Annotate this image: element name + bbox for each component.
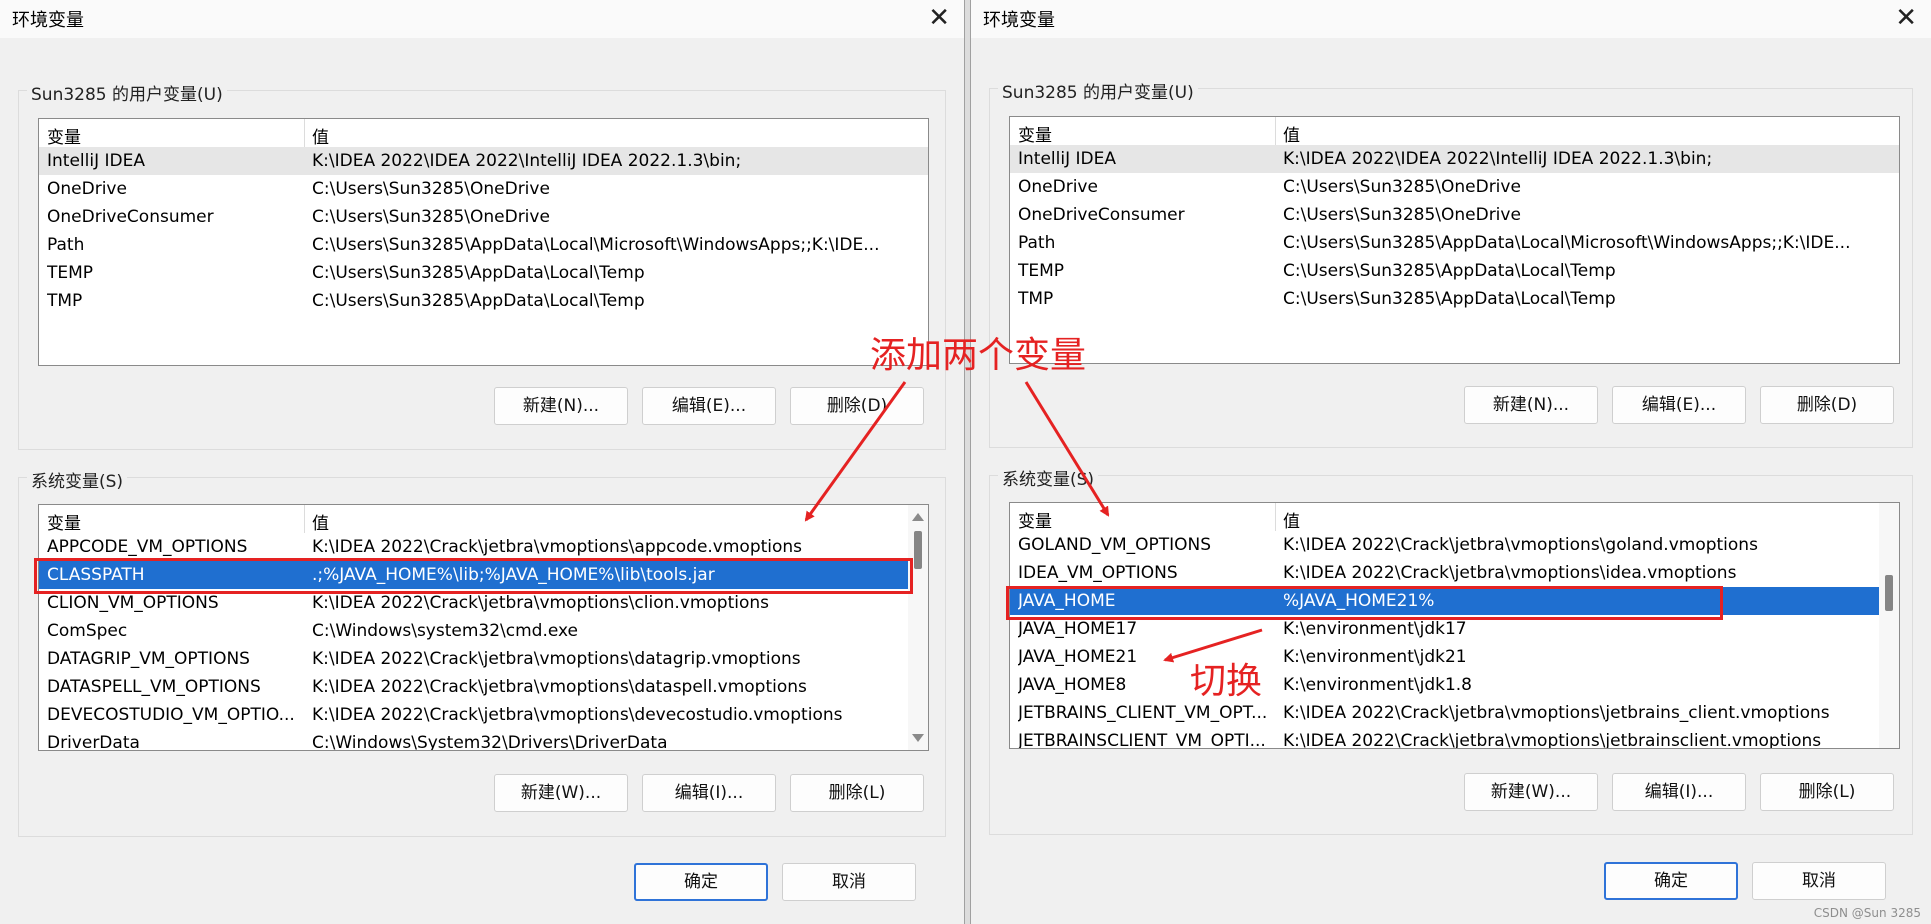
- close-icon[interactable]: ✕: [1895, 2, 1917, 34]
- system-vars-label: 系统变量(S): [998, 465, 1099, 490]
- close-icon[interactable]: ✕: [928, 2, 950, 34]
- title-bar: 环境变量 ✕: [971, 0, 1931, 38]
- table-row[interactable]: DATAGRIP_VM_OPTIONS K:\IDEA 2022\Crack\je…: [39, 645, 928, 673]
- list-header: 变量 值: [39, 505, 928, 534]
- list-header: 变量 值: [1010, 503, 1899, 532]
- table-row[interactable]: TMP C:\Users\Sun3285\AppData\Local\Temp: [1010, 285, 1899, 313]
- table-row[interactable]: DATASPELL_VM_OPTIONS K:\IDEA 2022\Crack\j…: [39, 673, 928, 701]
- note-add-two-vars: 添加两个变量: [870, 335, 1087, 376]
- user-new-button[interactable]: 新建(N)...: [1464, 386, 1598, 424]
- user-delete-button[interactable]: 删除(D): [790, 387, 924, 425]
- user-vars-list[interactable]: 变量 值 IntelliJ IDEA K:\IDEA 2022\IDEA 2022…: [1009, 116, 1900, 364]
- system-new-button[interactable]: 新建(W)...: [494, 774, 628, 812]
- table-row[interactable]: GOLAND_VM_OPTIONS K:\IDEA 2022\Crack\jetb…: [1010, 531, 1899, 559]
- col-value[interactable]: 值: [1283, 121, 1300, 146]
- dialog-title: 环境变量: [12, 10, 84, 31]
- table-row[interactable]: JETBRAINS_CLIENT_VM_OPT... K:\IDEA 2022\C…: [1010, 699, 1899, 727]
- table-row[interactable]: TMP C:\Users\Sun3285\AppData\Local\Temp: [39, 287, 928, 315]
- user-vars-label: Sun3285 的用户变量(U): [998, 78, 1198, 103]
- system-vars-list[interactable]: 变量 值 APPCODE_VM_OPTIONS K:\IDEA 2022\Crac…: [38, 504, 929, 751]
- title-bar: 环境变量 ✕: [0, 0, 964, 38]
- col-value[interactable]: 值: [312, 123, 329, 148]
- user-new-button[interactable]: 新建(N)...: [494, 387, 628, 425]
- highlight-java-home: [1006, 586, 1723, 620]
- system-delete-button[interactable]: 删除(L): [1760, 773, 1894, 811]
- env-dialog-right: 环境变量 ✕ Sun3285 的用户变量(U) 变量 值 IntelliJ ID…: [970, 0, 1931, 924]
- system-edit-button[interactable]: 编辑(I)...: [1612, 773, 1746, 811]
- table-row[interactable]: Path C:\Users\Sun3285\AppData\Local\Micro…: [1010, 229, 1899, 257]
- system-new-button[interactable]: 新建(W)...: [1464, 773, 1598, 811]
- table-row[interactable]: OneDrive C:\Users\Sun3285\OneDrive: [1010, 173, 1899, 201]
- scroll-down-icon[interactable]: [912, 734, 924, 742]
- table-row[interactable]: APPCODE_VM_OPTIONS K:\IDEA 2022\Crack\jet…: [39, 533, 928, 561]
- watermark: CSDN @Sun 3285: [1813, 906, 1921, 920]
- user-edit-button[interactable]: 编辑(E)...: [642, 387, 776, 425]
- ok-button[interactable]: 确定: [634, 863, 768, 901]
- table-row[interactable]: TEMP C:\Users\Sun3285\AppData\Local\Temp: [1010, 257, 1899, 285]
- scroll-thumb[interactable]: [914, 531, 922, 569]
- list-header: 变量 值: [1010, 117, 1899, 146]
- col-variable[interactable]: 变量: [1018, 121, 1052, 146]
- table-row[interactable]: DriverData C:\Windows\System32\Drivers\Dr…: [39, 729, 928, 750]
- table-row[interactable]: Path C:\Users\Sun3285\AppData\Local\Micro…: [39, 231, 928, 259]
- vertical-scrollbar[interactable]: [1879, 503, 1899, 748]
- ok-button[interactable]: 确定: [1604, 862, 1738, 900]
- table-row[interactable]: IDEA_VM_OPTIONS K:\IDEA 2022\Crack\jetbra…: [1010, 559, 1899, 587]
- table-row[interactable]: JAVA_HOME8 K:\environment\jdk1.8: [1010, 671, 1899, 699]
- table-row[interactable]: ComSpec C:\Windows\system32\cmd.exe: [39, 617, 928, 645]
- vertical-scrollbar[interactable]: [908, 505, 928, 750]
- col-variable[interactable]: 变量: [47, 123, 81, 148]
- table-row[interactable]: OneDriveConsumer C:\Users\Sun3285\OneDriv…: [39, 203, 928, 231]
- table-row[interactable]: IntelliJ IDEA K:\IDEA 2022\IDEA 2022\Inte…: [39, 147, 928, 175]
- note-switch: 切换: [1190, 661, 1263, 702]
- table-row[interactable]: OneDrive C:\Users\Sun3285\OneDrive: [39, 175, 928, 203]
- env-dialog-left: 环境变量 ✕ Sun3285 的用户变量(U) 变量 值 IntelliJ ID…: [0, 0, 965, 924]
- table-row[interactable]: TEMP C:\Users\Sun3285\AppData\Local\Temp: [39, 259, 928, 287]
- scroll-up-icon[interactable]: [912, 513, 924, 521]
- col-value[interactable]: 值: [1283, 507, 1300, 532]
- system-vars-list[interactable]: 变量 值 GOLAND_VM_OPTIONS K:\IDEA 2022\Crack…: [1009, 502, 1900, 749]
- table-row[interactable]: DEVECOSTUDIO_VM_OPTIO... K:\IDEA 2022\Cra…: [39, 701, 928, 729]
- cancel-button[interactable]: 取消: [782, 863, 916, 901]
- col-variable[interactable]: 变量: [47, 509, 81, 534]
- cancel-button[interactable]: 取消: [1752, 862, 1886, 900]
- system-vars-label: 系统变量(S): [27, 467, 128, 492]
- system-edit-button[interactable]: 编辑(I)...: [642, 774, 776, 812]
- user-vars-list[interactable]: 变量 值 IntelliJ IDEA K:\IDEA 2022\IDEA 2022…: [38, 118, 929, 366]
- user-vars-label: Sun3285 的用户变量(U): [27, 80, 227, 105]
- table-row[interactable]: IntelliJ IDEA K:\IDEA 2022\IDEA 2022\Inte…: [1010, 145, 1899, 173]
- scroll-thumb[interactable]: [1885, 575, 1893, 611]
- table-row[interactable]: JETBRAINSCLIENT_VM_OPTI... K:\IDEA 2022\C…: [1010, 727, 1899, 748]
- list-header: 变量 值: [39, 119, 928, 148]
- user-edit-button[interactable]: 编辑(E)...: [1612, 386, 1746, 424]
- dialog-title: 环境变量: [983, 10, 1055, 31]
- table-row[interactable]: JAVA_HOME21 K:\environment\jdk21: [1010, 643, 1899, 671]
- user-delete-button[interactable]: 删除(D): [1760, 386, 1894, 424]
- col-variable[interactable]: 变量: [1018, 507, 1052, 532]
- highlight-classpath: [34, 558, 913, 594]
- table-row[interactable]: OneDriveConsumer C:\Users\Sun3285\OneDriv…: [1010, 201, 1899, 229]
- col-value[interactable]: 值: [312, 509, 329, 534]
- system-delete-button[interactable]: 删除(L): [790, 774, 924, 812]
